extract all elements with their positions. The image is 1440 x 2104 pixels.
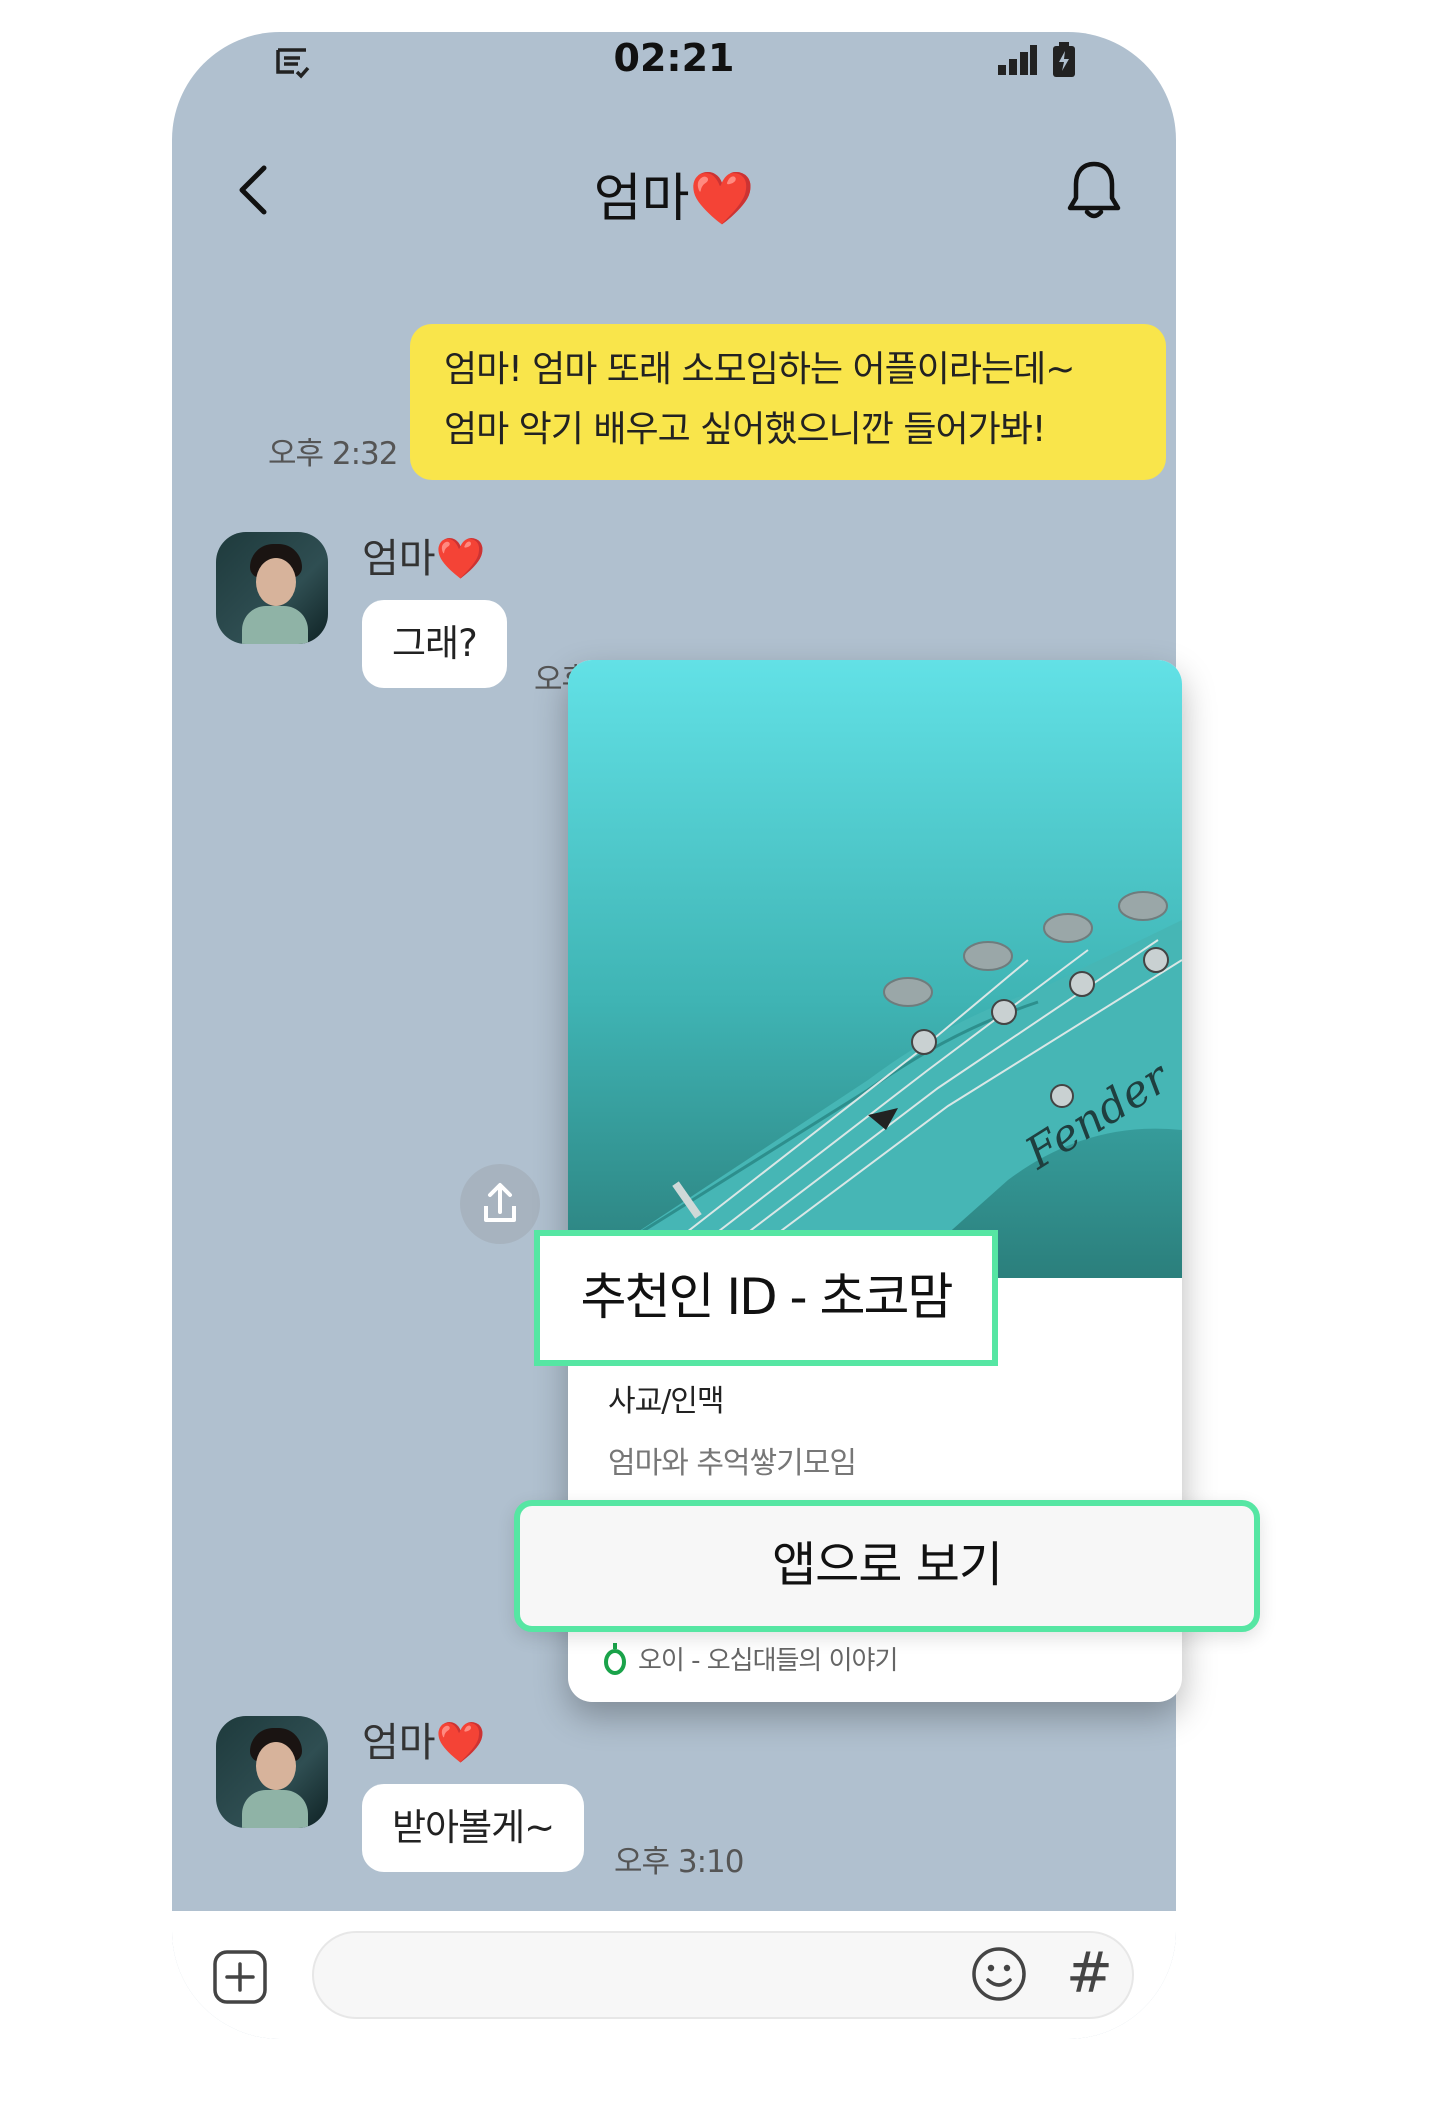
signal-icon xyxy=(998,45,1037,75)
card-group-name: 엄마와 추억쌓기모임 xyxy=(608,1446,857,1481)
open-in-app-button[interactable]: 앱으로 보기 xyxy=(514,1500,1260,1632)
mom-avatar[interactable] xyxy=(216,1716,328,1828)
share-icon xyxy=(484,1183,516,1222)
sender-name: 엄마❤️ xyxy=(362,1720,486,1766)
sender-name: 엄마❤️ xyxy=(362,536,486,582)
my-message-line-2: 엄마 악기 배우고 싶어했으니깐 들어가봐! xyxy=(444,409,1046,450)
mom-avatar[interactable] xyxy=(216,532,328,644)
chat-title: 엄마❤️ xyxy=(593,169,755,229)
avatar-face xyxy=(256,1742,296,1790)
chat-header: 엄마❤️ xyxy=(172,112,1176,272)
mom-message-time: 오후 3:10 xyxy=(614,1844,745,1880)
plus-icon[interactable] xyxy=(212,1949,268,2005)
avatar-face xyxy=(256,558,296,606)
my-message-time: 오후 2:32 xyxy=(268,436,399,472)
emoji-icon[interactable] xyxy=(970,1945,1028,2003)
message-input[interactable]: # xyxy=(312,1931,1134,2019)
input-bar: # xyxy=(172,1911,1176,2039)
my-message-line-1: 엄마! 엄마 또래 소모임하는 어플이라는데~ xyxy=(444,349,1075,390)
battery-icon xyxy=(1053,42,1075,77)
my-message-bubble[interactable]: 엄마! 엄마 또래 소모임하는 어플이라는데~ 엄마 악기 배우고 싶어했으니깐… xyxy=(410,324,1166,480)
card-category: 사교/인맥 xyxy=(608,1384,725,1419)
card-app-name: 오이 - 오십대들의 이야기 xyxy=(638,1646,898,1676)
mom-message-bubble[interactable]: 받아볼게~ xyxy=(362,1784,585,1872)
card-image-guitar: Fender xyxy=(568,660,1182,1280)
avatar-shirt xyxy=(242,606,308,644)
status-icons xyxy=(996,40,1076,80)
hashtag-icon[interactable]: # xyxy=(1066,1941,1113,2006)
card-footer: 오이 - 오십대들의 이야기 xyxy=(604,1640,898,1677)
mom-message-bubble[interactable]: 그래? xyxy=(362,600,507,688)
bell-icon[interactable] xyxy=(1064,158,1124,222)
guitar-headstock-illustration: Fender xyxy=(568,891,1182,1280)
avatar-shirt xyxy=(242,1790,308,1828)
referrer-id-label: 추천인 ID - 초코맘 xyxy=(534,1230,998,1366)
share-button[interactable] xyxy=(460,1164,540,1244)
status-bar: 02:21 xyxy=(172,32,1176,112)
oi-app-icon xyxy=(604,1642,626,1675)
